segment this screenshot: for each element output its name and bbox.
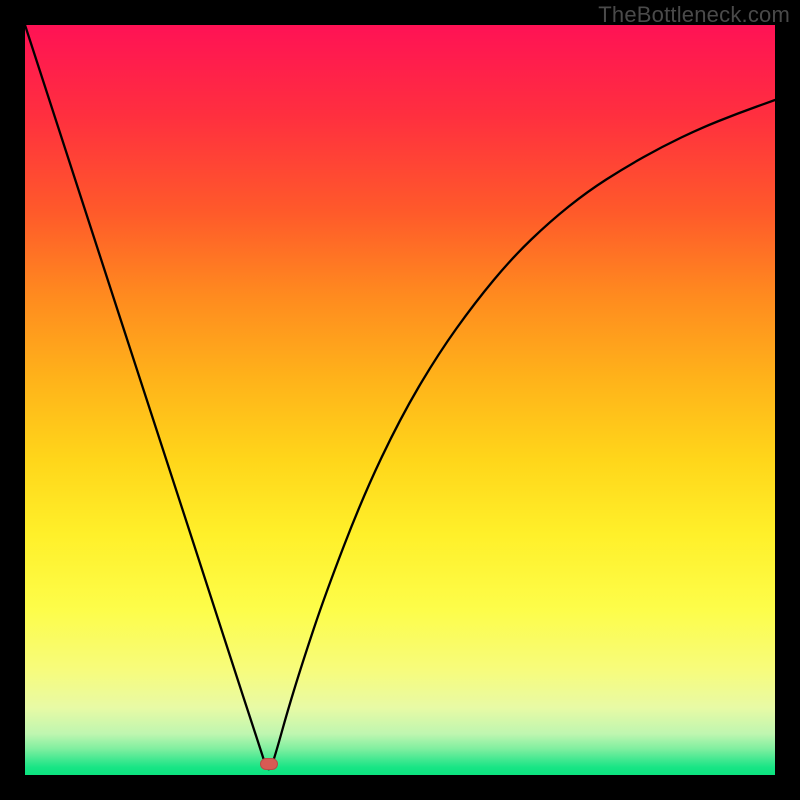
plot-area: [25, 25, 775, 775]
curve-svg: [25, 25, 775, 775]
chart-frame: TheBottleneck.com: [0, 0, 800, 800]
optimal-point-marker: [260, 758, 278, 770]
bottleneck-curve: [25, 25, 775, 769]
